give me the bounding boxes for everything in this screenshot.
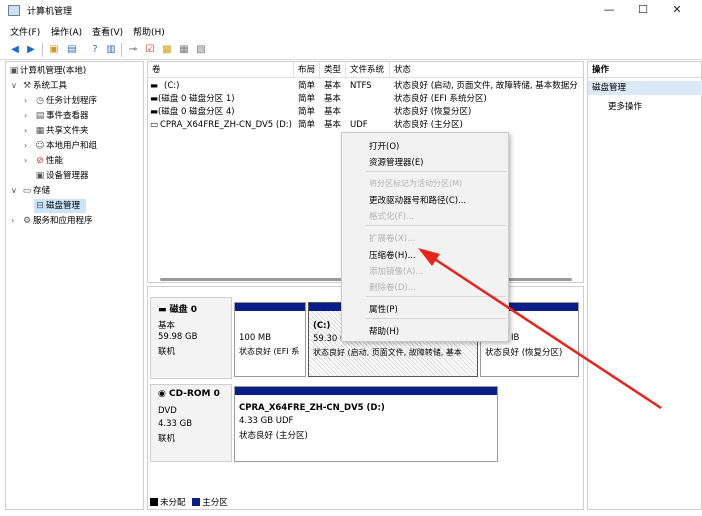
arrow-head bbox=[418, 248, 440, 266]
computer-management-window: 计算机管理 — ☐ ✕ 文件(F) 操作(A) 查看(V) 帮助(H) ◀ ▶ … bbox=[0, 0, 702, 516]
arrow-shaft bbox=[429, 254, 662, 410]
red-annotation-arrow bbox=[418, 248, 662, 410]
